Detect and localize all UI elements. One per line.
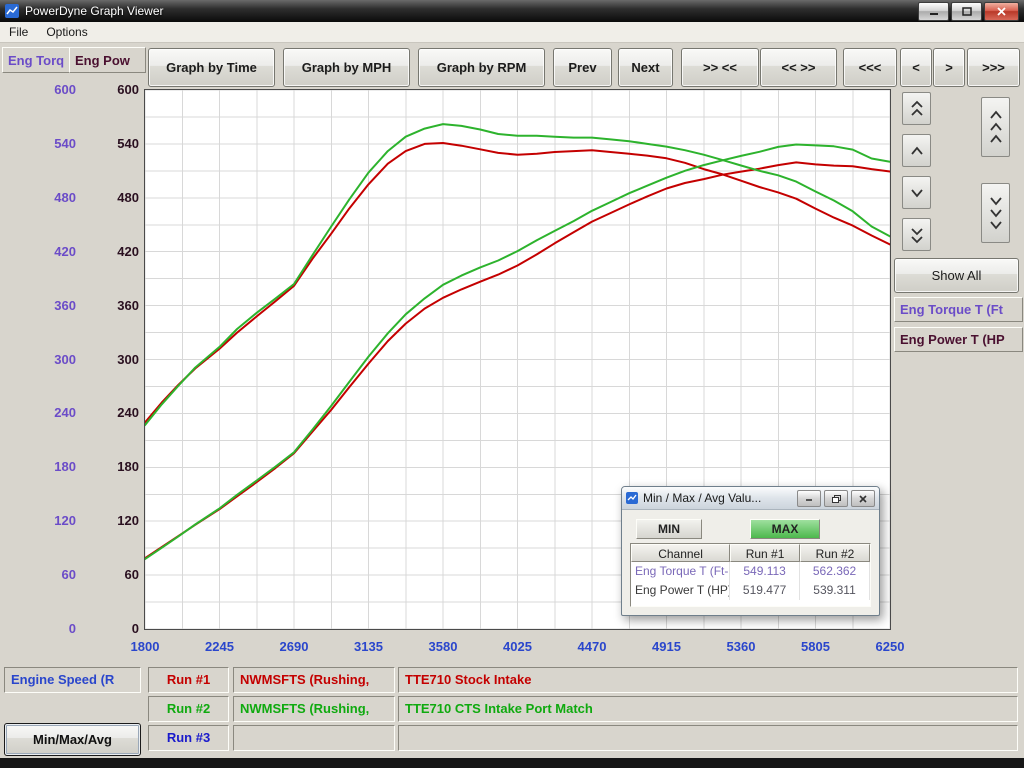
run3-operator-field[interactable] <box>233 725 395 751</box>
close-button[interactable] <box>984 2 1019 21</box>
legend-torque[interactable]: Eng Torque T (Ft <box>894 297 1023 322</box>
max-button[interactable]: MAX <box>750 519 820 539</box>
minmax-table: Channel Run #1 Run #2 Eng Torque T (Ft- … <box>630 543 871 607</box>
x-tick-label: 2245 <box>196 639 244 654</box>
y-tick-label: 60 <box>91 567 139 583</box>
maximize-button[interactable] <box>951 2 982 21</box>
torque-max-run2: 562.362 <box>800 562 870 581</box>
y-tick-label: 480 <box>91 190 139 206</box>
y-tick-label: 480 <box>28 190 76 206</box>
toolbar-button-next[interactable]: Next <box>618 48 673 87</box>
toolbar-button-graph-by-mph[interactable]: Graph by MPH <box>283 48 410 87</box>
column-header-run2[interactable]: Run #2 <box>800 544 870 562</box>
column-header-channel[interactable]: Channel <box>631 544 730 562</box>
y-tick-label: 540 <box>28 136 76 152</box>
minmax-window-titlebar[interactable]: Min / Max / Avg Valu... <box>622 487 879 510</box>
power-channel-label: Eng Power T (HP) <box>631 581 730 600</box>
minmax-minimize-button[interactable] <box>797 490 821 507</box>
run2-label[interactable]: Run #2 <box>148 696 229 722</box>
titlebar: PowerDyne Graph Viewer <box>0 0 1024 22</box>
y-tick-label: 360 <box>28 298 76 314</box>
minmax-window[interactable]: Min / Max / Avg Valu... MIN MAX Channel … <box>621 486 880 616</box>
y-tick-label: 0 <box>28 621 76 637</box>
menubar: File Options <box>0 22 1024 43</box>
y-tick-label: 120 <box>28 513 76 529</box>
y-tick-label: 300 <box>28 352 76 368</box>
x-tick-label: 4915 <box>643 639 691 654</box>
minmax-close-button[interactable] <box>851 490 875 507</box>
legend-power[interactable]: Eng Power T (HP <box>894 327 1023 352</box>
y-tick-label: 240 <box>28 405 76 421</box>
run1-operator-field[interactable]: NWMSFTS (Rushing, <box>233 667 395 693</box>
y-tick-label: 120 <box>91 513 139 529</box>
toolbar-button-nav-6[interactable]: << >> <box>760 48 837 87</box>
toolbar-button-nav-9[interactable]: > <box>933 48 965 87</box>
y-tick-label: 60 <box>28 567 76 583</box>
x-tick-label: 5805 <box>792 639 840 654</box>
y-tick-label: 600 <box>91 82 139 98</box>
show-all-button[interactable]: Show All <box>894 258 1019 293</box>
x-tick-label: 1800 <box>121 639 169 654</box>
minmax-avg-button[interactable]: Min/Max/Avg <box>4 723 141 756</box>
scroll-up-button[interactable] <box>902 134 931 167</box>
x-tick-label: 4025 <box>494 639 542 654</box>
y-tick-label: 360 <box>91 298 139 314</box>
scroll-up-fast-button[interactable] <box>902 92 931 125</box>
y-tick-label: 180 <box>91 459 139 475</box>
window-frame-bottom <box>0 758 1024 768</box>
zoom-up-button[interactable] <box>981 97 1010 157</box>
toolbar-button-graph-by-time[interactable]: Graph by Time <box>148 48 275 87</box>
x-axis-ticks: 1800 2245 2690 3135 3580 4025 4470 4915 5360 5805… <box>0 639 1024 655</box>
x-tick-label: 3580 <box>419 639 467 654</box>
minmax-window-title: Min / Max / Avg Valu... <box>643 491 761 505</box>
window-controls <box>918 2 1019 21</box>
power-max-run1: 519.477 <box>730 581 800 600</box>
toolbar-button-nav-5[interactable]: >> << <box>681 48 759 87</box>
x-tick-label: 6250 <box>866 639 914 654</box>
minmax-restore-button[interactable] <box>824 490 848 507</box>
y-tick-label: 180 <box>28 459 76 475</box>
toolbar-button-prev[interactable]: Prev <box>553 48 612 87</box>
toolbar-button-nav-8[interactable]: < <box>900 48 932 87</box>
y-tick-label: 420 <box>91 244 139 260</box>
y-tick-label: 420 <box>28 244 76 260</box>
window-title: PowerDyne Graph Viewer <box>25 4 164 18</box>
torque-max-run1: 549.113 <box>730 562 800 581</box>
scroll-down-fast-button[interactable] <box>902 218 931 251</box>
scroll-down-button[interactable] <box>902 176 931 209</box>
minmax-table-header: Channel Run #1 Run #2 <box>631 544 870 562</box>
run1-description-field[interactable]: TTE710 Stock Intake <box>398 667 1018 693</box>
x-axis-channel-field[interactable]: Engine Speed (R <box>4 667 141 693</box>
run3-label[interactable]: Run #3 <box>148 725 229 751</box>
column-header-run1[interactable]: Run #1 <box>730 544 800 562</box>
torque-channel-label: Eng Torque T (Ft- <box>631 562 730 581</box>
x-tick-label: 2690 <box>270 639 318 654</box>
app-icon <box>5 4 19 18</box>
y-tick-label: 240 <box>91 405 139 421</box>
y-tick-label: 540 <box>91 136 139 152</box>
zoom-down-button[interactable] <box>981 183 1010 243</box>
toolbar-button-graph-by-rpm[interactable]: Graph by RPM <box>418 48 545 87</box>
run2-operator-field[interactable]: NWMSFTS (Rushing, <box>233 696 395 722</box>
x-tick-label: 5360 <box>717 639 765 654</box>
toolbar-button-nav-10[interactable]: >>> <box>967 48 1020 87</box>
run3-description-field[interactable] <box>398 725 1018 751</box>
run1-label[interactable]: Run #1 <box>148 667 229 693</box>
minmax-window-icon <box>626 492 638 504</box>
y-tick-label: 600 <box>28 82 76 98</box>
min-button[interactable]: MIN <box>636 519 702 539</box>
x-tick-label: 4470 <box>568 639 616 654</box>
run2-description-field[interactable]: TTE710 CTS Intake Port Match <box>398 696 1018 722</box>
toolbar-button-nav-7[interactable]: <<< <box>843 48 897 87</box>
minmax-window-controls <box>797 490 875 507</box>
table-row-torque: Eng Torque T (Ft- 549.113 562.362 <box>631 562 870 581</box>
minimize-button[interactable] <box>918 2 949 21</box>
x-tick-label: 3135 <box>345 639 393 654</box>
y-tick-label: 0 <box>91 621 139 637</box>
power-max-run2: 539.311 <box>800 581 870 600</box>
table-row-power: Eng Power T (HP) 519.477 539.311 <box>631 581 870 600</box>
y-tick-label: 300 <box>91 352 139 368</box>
